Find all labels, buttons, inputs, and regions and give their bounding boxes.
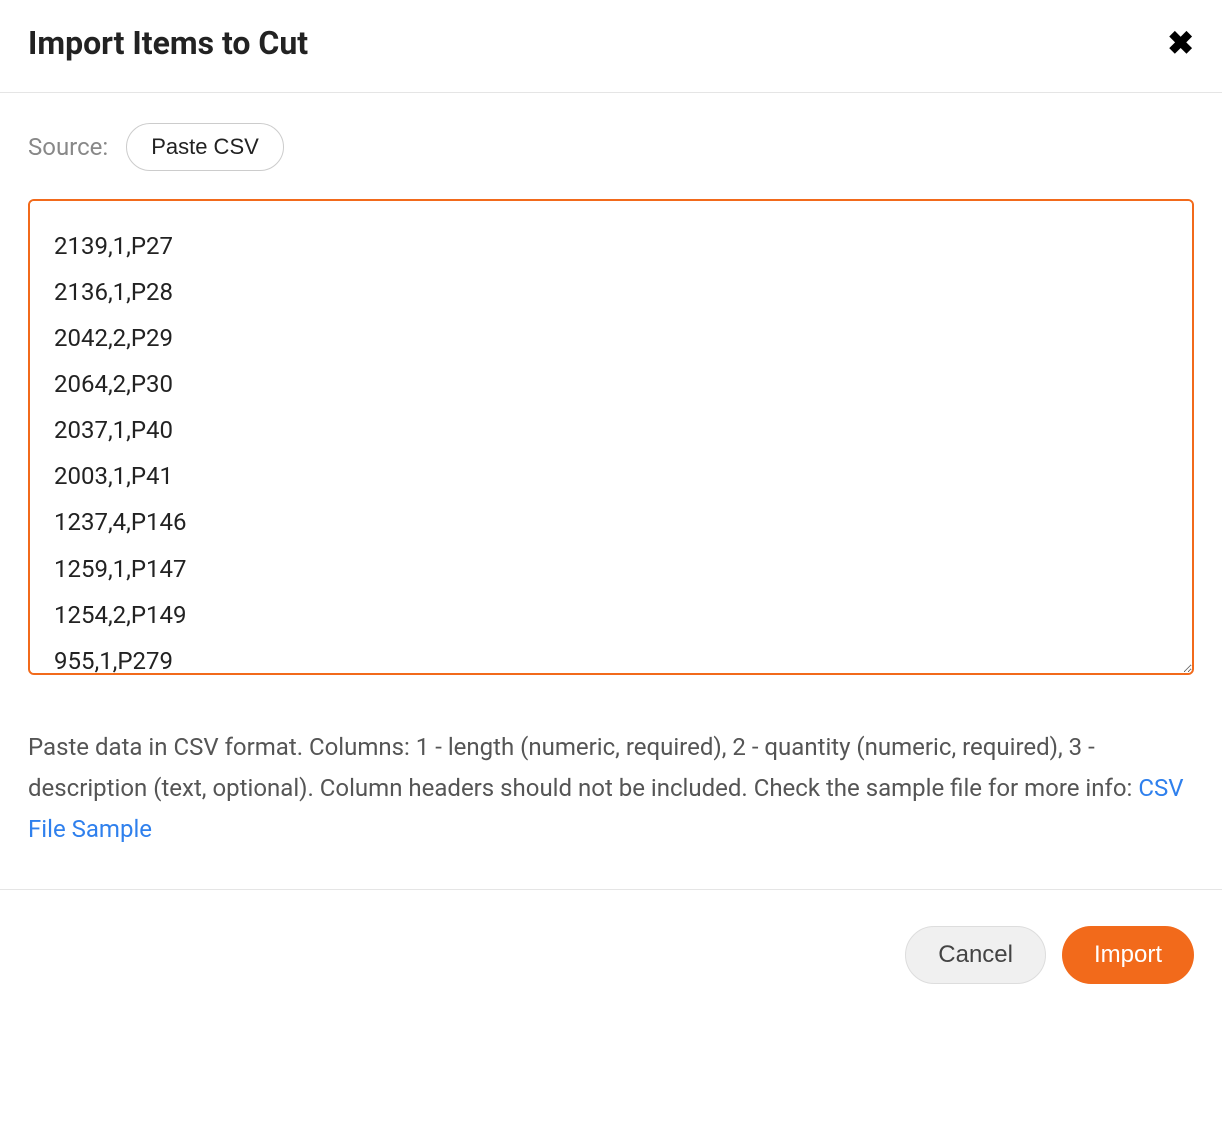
- modal-title: Import Items to Cut: [28, 24, 308, 62]
- source-row: Source: Paste CSV: [28, 123, 1194, 171]
- import-button[interactable]: Import: [1062, 926, 1194, 984]
- help-text-body: Paste data in CSV format. Columns: 1 - l…: [28, 733, 1138, 802]
- modal-body: Source: Paste CSV Paste data in CSV form…: [0, 93, 1222, 889]
- source-select-pill[interactable]: Paste CSV: [126, 123, 284, 171]
- cancel-button[interactable]: Cancel: [905, 926, 1046, 984]
- modal-footer: Cancel Import: [0, 889, 1222, 1008]
- source-label: Source:: [28, 133, 108, 161]
- modal-header: Import Items to Cut ✖: [0, 0, 1222, 93]
- csv-paste-textarea[interactable]: [28, 199, 1194, 675]
- help-text: Paste data in CSV format. Columns: 1 - l…: [28, 727, 1194, 849]
- import-modal: Import Items to Cut ✖ Source: Paste CSV …: [0, 0, 1222, 1008]
- close-icon[interactable]: ✖: [1167, 27, 1194, 59]
